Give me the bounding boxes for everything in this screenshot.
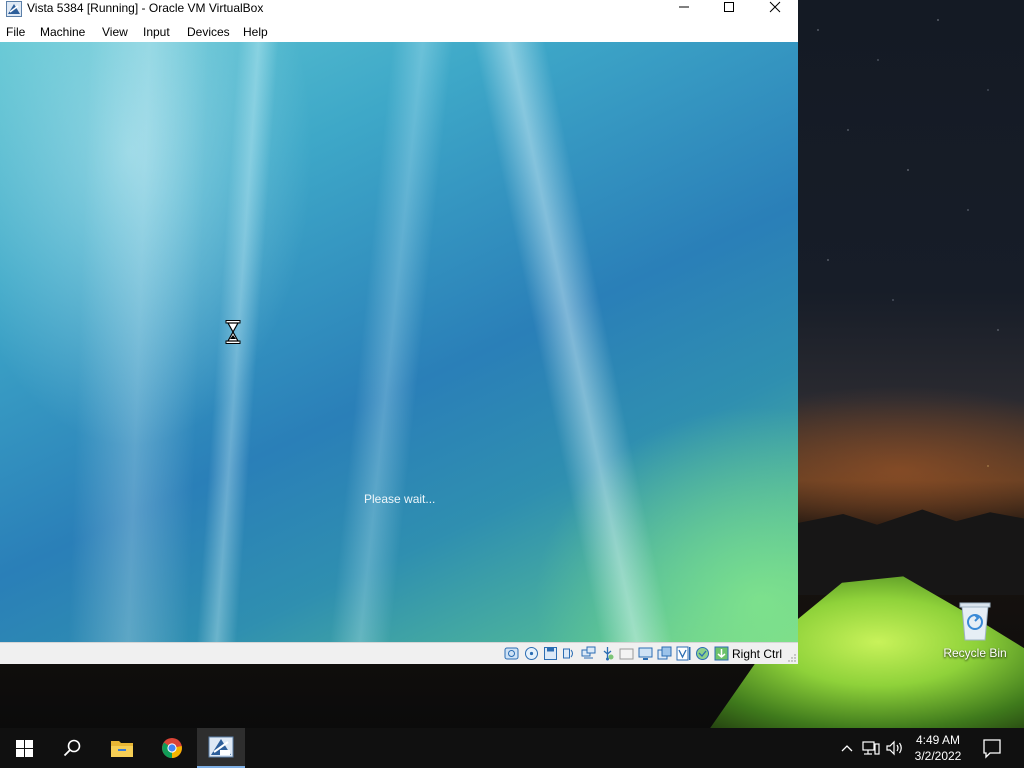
network-icon[interactable] <box>581 646 596 661</box>
host-key-label[interactable]: Right Ctrl <box>732 647 782 661</box>
minimize-icon <box>679 6 689 8</box>
search-button[interactable] <box>48 728 96 768</box>
network-tray-button[interactable] <box>861 738 881 758</box>
clock-date: 3/2/2022 <box>914 749 962 763</box>
please-wait-message: Please wait... <box>364 492 436 506</box>
speaker-icon <box>886 740 902 756</box>
display-icon[interactable] <box>638 646 653 661</box>
recycle-bin-icon <box>959 602 991 641</box>
maximize-icon <box>724 2 734 12</box>
maximize-button[interactable] <box>706 0 752 14</box>
aurora-ray <box>67 42 210 642</box>
virtualbox-app-icon <box>6 1 22 17</box>
start-button[interactable] <box>0 728 48 768</box>
search-icon <box>63 739 81 757</box>
hard-disk-icon[interactable] <box>504 646 519 661</box>
taskbar-clock[interactable]: 4:49 AM 3/2/2022 <box>908 732 968 764</box>
aurora-ray <box>328 42 455 642</box>
audio-icon[interactable] <box>562 646 577 661</box>
recycle-bin-shortcut[interactable]: Recycle Bin <box>940 600 1010 660</box>
hourglass-cursor-icon <box>225 320 241 344</box>
menu-devices[interactable]: Devices <box>187 25 230 39</box>
title-bar[interactable]: Vista 5384 [Running] - Oracle VM Virtual… <box>0 0 798 22</box>
chrome-button[interactable] <box>148 728 196 768</box>
virtualbox-icon <box>208 736 234 758</box>
menu-file[interactable]: File <box>6 25 25 39</box>
wallpaper-stars <box>798 0 1024 520</box>
close-icon <box>769 1 781 13</box>
shared-folders-icon[interactable] <box>619 646 634 661</box>
recycle-bin-label: Recycle Bin <box>943 646 1007 660</box>
minimize-button[interactable] <box>661 0 707 14</box>
aurora-ray <box>470 42 673 642</box>
network-tray-icon <box>862 741 880 755</box>
menu-help[interactable]: Help <box>243 25 268 39</box>
volume-button[interactable] <box>885 738 905 758</box>
guest-display[interactable]: Please wait... <box>0 42 798 642</box>
virtualization-icon[interactable] <box>676 646 691 661</box>
usb-icon[interactable] <box>600 646 615 661</box>
optical-drive-icon[interactable] <box>524 646 539 661</box>
menu-machine[interactable]: Machine <box>40 25 85 39</box>
status-bar: Right Ctrl <box>0 642 798 664</box>
clock-time: 4:49 AM <box>915 733 961 747</box>
action-center-icon[interactable] <box>980 736 1004 760</box>
mouse-integration-icon[interactable] <box>714 646 729 661</box>
floppy-icon[interactable] <box>543 646 558 661</box>
cpu-icon[interactable] <box>695 646 710 661</box>
video-capture-icon[interactable] <box>657 646 672 661</box>
menu-bar: File Machine View Input Devices Help <box>0 22 798 42</box>
resize-grip-icon[interactable] <box>788 654 796 662</box>
file-explorer-button[interactable] <box>98 728 146 768</box>
taskbar: 4:49 AM 3/2/2022 <box>0 728 1024 768</box>
menu-input[interactable]: Input <box>143 25 170 39</box>
show-hidden-icons-button[interactable] <box>837 738 857 758</box>
chevron-up-icon <box>841 745 853 752</box>
chrome-icon <box>162 738 182 759</box>
menu-view[interactable]: View <box>102 25 128 39</box>
start-icon <box>15 739 33 757</box>
file-explorer-icon <box>111 741 133 757</box>
virtualbox-window: Vista 5384 [Running] - Oracle VM Virtual… <box>0 0 798 664</box>
close-button[interactable] <box>752 0 798 14</box>
virtualbox-button[interactable] <box>197 728 245 768</box>
window-title: Vista 5384 [Running] - Oracle VM Virtual… <box>27 1 264 15</box>
